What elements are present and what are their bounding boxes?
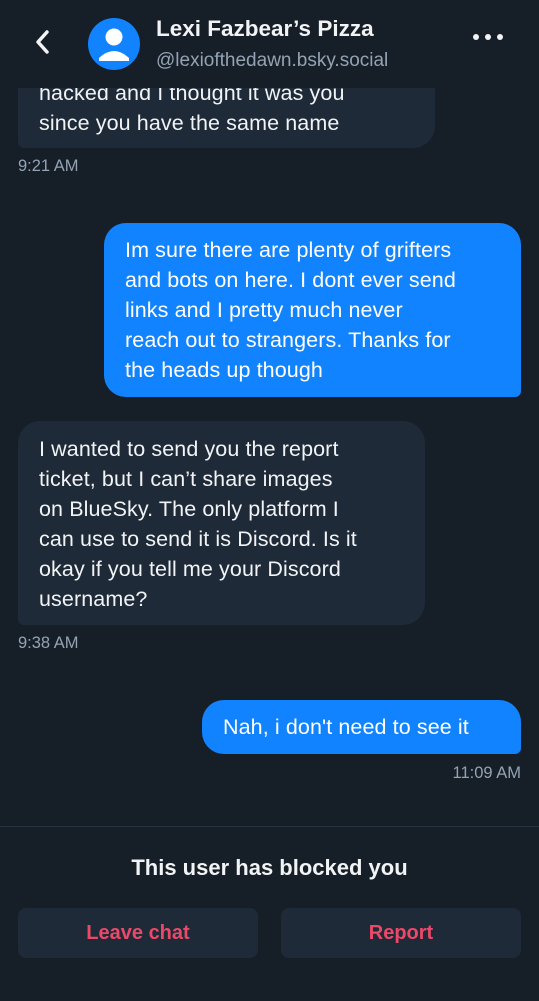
message-text: Im sure there are plenty of grifters and… — [125, 238, 456, 382]
more-horizontal-icon — [497, 34, 503, 40]
blocked-notice: This user has blocked you — [131, 855, 408, 880]
more-horizontal-icon — [473, 34, 479, 40]
message-text: Nah, i don't need to see it — [223, 715, 469, 739]
conversation-title[interactable]: Lexi Fazbear’s Pizza — [156, 16, 374, 42]
default-avatar-icon — [99, 28, 129, 61]
report-button[interactable]: Report — [281, 908, 521, 958]
message-timestamp: 9:38 AM — [18, 634, 79, 652]
message-text: I wanted to send you the report ticket, … — [39, 437, 357, 611]
more-options-button[interactable] — [473, 34, 503, 40]
message-bubble-incoming[interactable]: I wanted to send you the report ticket, … — [18, 421, 425, 625]
chat-header: Lexi Fazbear’s Pizza @lexiofthedawn.bsky… — [0, 0, 539, 88]
message-list[interactable]: hacked and I thought it was you since yo… — [0, 0, 539, 826]
leave-chat-button[interactable]: Leave chat — [18, 908, 258, 958]
chevron-left-icon — [36, 30, 49, 54]
message-timestamp: 9:21 AM — [18, 157, 79, 175]
avatar[interactable] — [88, 18, 140, 70]
message-timestamp: 11:09 AM — [452, 764, 522, 782]
blocked-footer: This user has blocked you Leave chat Rep… — [0, 826, 539, 1001]
back-button[interactable] — [28, 24, 58, 60]
more-horizontal-icon — [485, 34, 491, 40]
message-bubble-outgoing[interactable]: Nah, i don't need to see it — [202, 700, 521, 754]
conversation-handle: @lexiofthedawn.bsky.social — [156, 50, 389, 71]
message-bubble-outgoing[interactable]: Im sure there are plenty of grifters and… — [104, 223, 521, 397]
